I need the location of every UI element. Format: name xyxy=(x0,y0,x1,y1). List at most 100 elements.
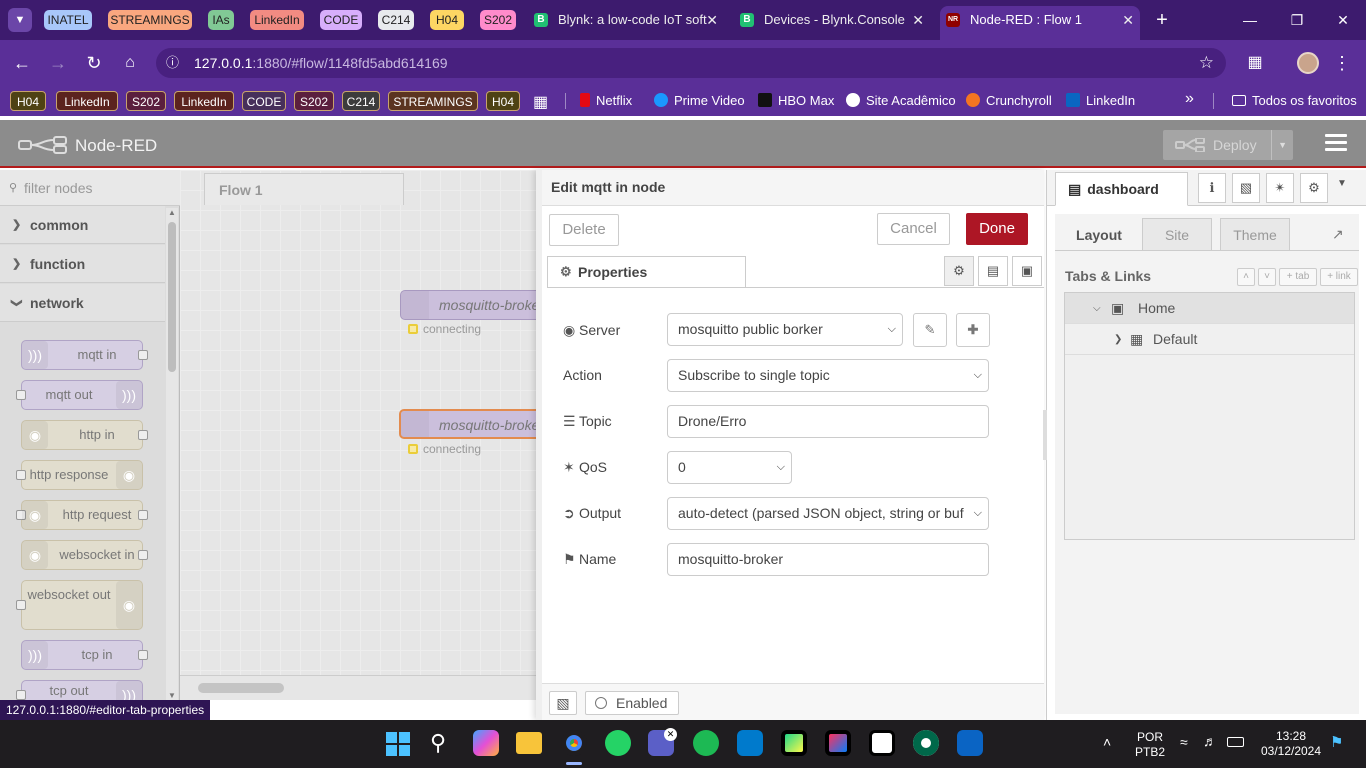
sidebar-splitter[interactable] xyxy=(1043,410,1047,460)
name-input[interactable]: mosquitto-broker xyxy=(667,543,989,576)
close-icon[interactable]: ✕ xyxy=(1122,6,1134,34)
scroll-up-icon[interactable]: ▲ xyxy=(168,208,176,217)
output-port[interactable] xyxy=(138,350,148,360)
category-network[interactable]: ❯ network xyxy=(0,284,165,322)
bookmark-folder-code[interactable]: CODE xyxy=(242,91,286,111)
output-port[interactable] xyxy=(138,430,148,440)
filter-nodes-input[interactable]: ⚲ filter nodes xyxy=(0,170,180,206)
input-port[interactable] xyxy=(16,690,26,700)
collapse-all-button[interactable]: ˄ xyxy=(1237,268,1255,286)
chrome-icon[interactable] xyxy=(561,730,587,756)
bookmark-prime-video[interactable]: Prime Video xyxy=(654,91,745,111)
add-tab-button[interactable]: + tab xyxy=(1279,268,1317,286)
outlook-icon[interactable] xyxy=(957,730,983,756)
browser-tab-devices[interactable]: B Devices - Blynk.Console ✕ xyxy=(734,6,930,34)
appearance-tab-icon[interactable]: ▣ xyxy=(1012,256,1042,286)
back-icon[interactable]: ← xyxy=(10,51,34,75)
output-port[interactable] xyxy=(138,510,148,520)
scroll-thumb[interactable] xyxy=(168,222,176,372)
home-icon[interactable]: ⌂ xyxy=(118,51,142,75)
tab-group-ias[interactable]: IAs xyxy=(208,10,234,30)
bookmark-folder-streamings[interactable]: STREAMINGS xyxy=(388,91,478,111)
tab-group-s202[interactable]: S202 xyxy=(480,10,516,30)
add-link-button[interactable]: + link xyxy=(1320,268,1358,286)
book-icon[interactable]: ▧ xyxy=(1232,173,1260,203)
tab-group-linkedin[interactable]: LinkedIn xyxy=(250,10,304,30)
tab-group-inatel[interactable]: INATEL xyxy=(44,10,92,30)
palette-node-tcp-out[interactable]: tcp out))) xyxy=(16,680,143,700)
extensions-icon[interactable]: ▦ xyxy=(1243,51,1267,75)
tab-theme[interactable]: Theme xyxy=(1220,218,1290,250)
bookmark-site-academico[interactable]: Site Acadêmico xyxy=(846,91,956,111)
tab-group-streamings[interactable]: STREAMINGS xyxy=(108,10,192,30)
bookmark-folder-c214[interactable]: C214 xyxy=(342,91,380,111)
workspace-scrollbar[interactable] xyxy=(180,675,536,700)
deploy-button[interactable]: Deploy ▼ xyxy=(1163,130,1293,160)
palette-node-http-response[interactable]: http response ◉ xyxy=(16,460,143,490)
palette-node-mqtt-in[interactable]: ))) mqtt in xyxy=(21,340,148,370)
bookmark-folder-s202[interactable]: S202 xyxy=(126,91,166,111)
server-select[interactable]: mosquitto public borker ⌵ xyxy=(667,313,903,346)
flow-node-mosquitto-2[interactable]: mosquitto-broker xyxy=(399,409,559,439)
apps-grid-icon[interactable]: ▦ xyxy=(533,92,548,112)
tab-dashboard[interactable]: ▤ dashboard xyxy=(1055,172,1188,206)
tab-group-c214[interactable]: C214 xyxy=(378,10,414,30)
bookmark-star-icon[interactable]: ☆ xyxy=(1199,48,1214,78)
cancel-button[interactable]: Cancel xyxy=(877,213,950,245)
add-server-button[interactable]: ✚ xyxy=(956,313,990,347)
all-bookmarks-folder[interactable]: Todos os favoritos xyxy=(1232,91,1357,111)
copilot-icon[interactable] xyxy=(473,730,499,756)
input-port[interactable] xyxy=(16,390,26,400)
done-button[interactable]: Done xyxy=(966,213,1028,245)
tab-layout[interactable]: Layout xyxy=(1064,218,1134,250)
spotify-icon[interactable] xyxy=(693,730,719,756)
close-icon[interactable]: ✕ xyxy=(706,6,718,34)
forward-icon[interactable]: → xyxy=(46,51,70,75)
external-link-icon[interactable]: ↗ xyxy=(1332,226,1344,243)
notification-bell-icon[interactable]: ⚑ xyxy=(1330,733,1343,751)
settings-tab-icon[interactable]: ⚙ xyxy=(944,256,974,286)
clock[interactable]: 13:28 03/12/2024 xyxy=(1252,729,1330,759)
action-select[interactable]: Subscribe to single topic ⌵ xyxy=(667,359,989,392)
tree-item-default[interactable]: ❯ ▦ Default xyxy=(1065,324,1354,355)
input-port[interactable] xyxy=(16,470,26,480)
minimize-icon[interactable]: — xyxy=(1238,8,1262,32)
gear-icon[interactable]: ⚙ xyxy=(1300,173,1328,203)
topic-input[interactable]: Drone/Erro xyxy=(667,405,989,438)
output-port[interactable] xyxy=(138,550,148,560)
category-function[interactable]: ❯ function xyxy=(0,245,165,283)
browser-tab-nodered[interactable]: NR Node-RED : Flow 1 ✕ xyxy=(940,6,1140,40)
bookmark-folder-linkedin-2[interactable]: LinkedIn xyxy=(174,91,234,111)
language-indicator[interactable]: POR PTB2 xyxy=(1134,730,1166,760)
bookmark-netflix[interactable]: Netflix xyxy=(580,91,632,111)
whatsapp-icon[interactable] xyxy=(605,730,631,756)
new-tab-button[interactable]: + xyxy=(1150,8,1174,32)
bookmark-folder-s202-2[interactable]: S202 xyxy=(294,91,334,111)
expand-all-button[interactable]: ˅ xyxy=(1258,268,1276,286)
address-bar[interactable]: ⓘ 127.0.0.1:1880/#flow/1148fd5abd614169 … xyxy=(156,48,1226,78)
tab-group-code[interactable]: CODE xyxy=(320,10,362,30)
search-icon[interactable]: ⚲ xyxy=(430,730,446,756)
tab-search-button[interactable]: ▼ xyxy=(8,8,32,32)
scroll-down-icon[interactable]: ▼ xyxy=(168,691,176,700)
tab-properties[interactable]: ⚙ Properties xyxy=(547,256,746,288)
output-select[interactable]: auto-detect (parsed JSON object, string … xyxy=(667,497,989,530)
category-common[interactable]: ❯ common xyxy=(0,206,165,244)
palette-node-websocket-out[interactable]: websocket out ◉ xyxy=(16,580,143,630)
pycharm-icon[interactable] xyxy=(781,730,807,756)
more-bookmarks-icon[interactable]: » xyxy=(1185,90,1194,108)
browser-tab-blynk[interactable]: B Blynk: a low-code IoT soft ✕ xyxy=(528,6,724,34)
tab-site[interactable]: Site xyxy=(1142,218,1212,250)
caret-down-icon[interactable]: ▼ xyxy=(1337,178,1347,189)
scroll-thumb[interactable] xyxy=(198,683,284,693)
main-menu-icon[interactable] xyxy=(1325,134,1347,154)
profile-avatar[interactable] xyxy=(1297,52,1319,74)
bookmark-hbo-max[interactable]: HBO Max xyxy=(758,91,834,111)
palette-node-websocket-in[interactable]: ◉ websocket in xyxy=(21,540,148,570)
qos-select[interactable]: 0 ⌵ xyxy=(667,451,792,484)
palette-node-http-in[interactable]: ◉ http in xyxy=(21,420,148,450)
description-tab-icon[interactable]: ▤ xyxy=(978,256,1008,286)
bookmark-folder-linkedin[interactable]: LinkedIn xyxy=(56,91,118,111)
show-hidden-icons[interactable]: ˄ xyxy=(1103,734,1111,750)
battery-icon[interactable] xyxy=(1227,737,1244,747)
